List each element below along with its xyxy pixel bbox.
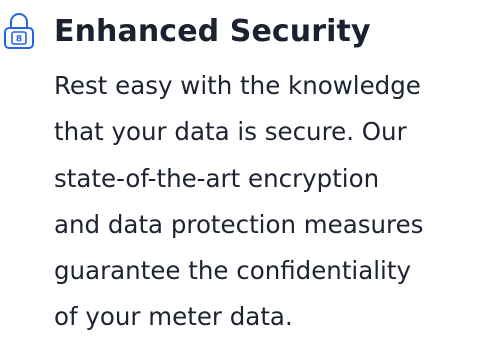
svg-text:8: 8 [16, 35, 22, 45]
feature-description: Rest easy with the knowledge that your d… [54, 63, 478, 341]
feature-card-enhanced-security: 8 Enhanced Security Rest easy with the k… [0, 0, 478, 338]
description-line: guarantee the confidentiality [54, 256, 411, 286]
description-line: state-of-the-art encryption [54, 163, 380, 193]
description-line: and data protection measures [54, 209, 424, 239]
description-line: Rest easy with the knowledge [54, 71, 421, 100]
description-line: of your meter data. [54, 302, 293, 332]
padlock-icon: 8 [2, 12, 36, 50]
description-line: that your data is secure. Our [54, 117, 407, 147]
feature-title: Enhanced Security [54, 14, 371, 49]
